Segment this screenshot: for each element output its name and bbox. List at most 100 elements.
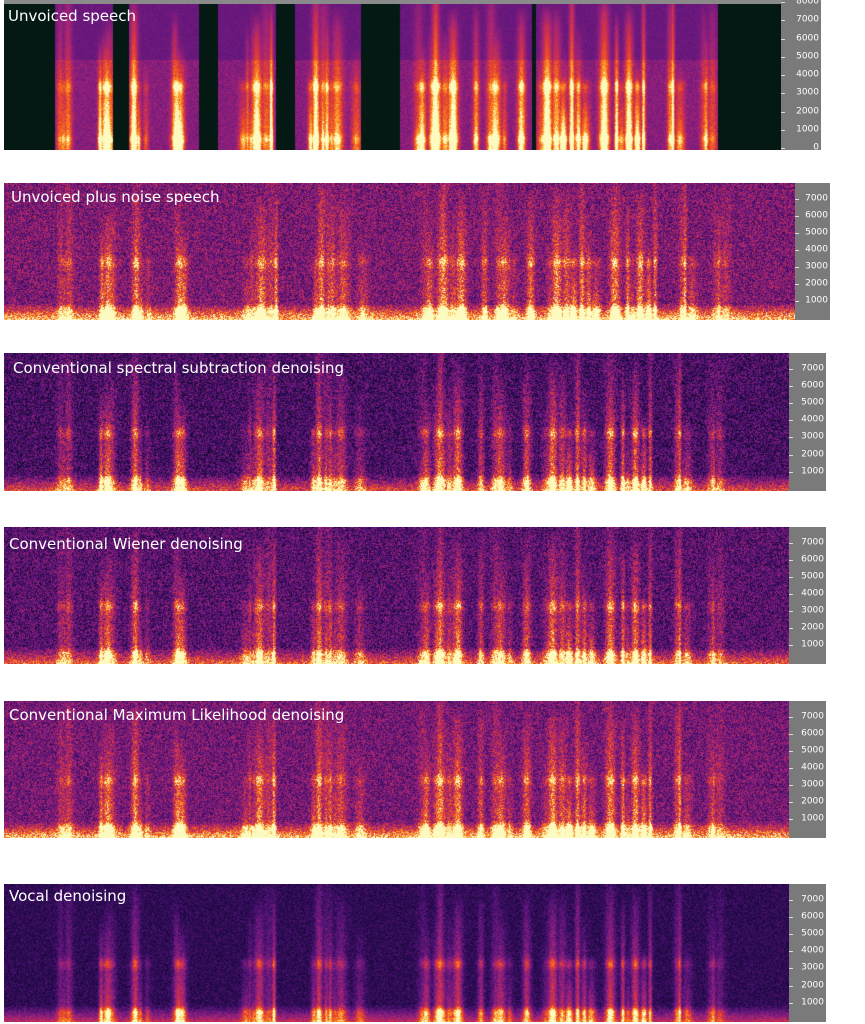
frequency-tick-label: 3000	[801, 779, 824, 790]
frequency-tick-label: 7000	[801, 537, 824, 548]
frequency-axis: 8000 7000 6000 5000 4000 3000 2000 1000 0	[781, 0, 821, 152]
frequency-axis: 7000 6000 5000 4000 3000 2000 1000	[795, 183, 830, 320]
panel-wiener: Conventional Wiener denoising 7000 6000 500…	[4, 527, 826, 664]
frequency-tick-mark	[781, 129, 785, 131]
frequency-tick-mark	[789, 610, 793, 612]
frequency-tick-label: 7000	[801, 363, 824, 374]
frequency-axis: 7000 6000 5000 4000 3000 2000 1000	[789, 884, 826, 1022]
frequency-tick-label: 2000	[805, 278, 828, 289]
frequency-tick-mark	[789, 627, 793, 629]
frequency-tick-label: 6000	[801, 380, 824, 391]
frequency-tick-label: 4000	[801, 414, 824, 425]
frequency-tick-label: 1000	[801, 466, 824, 477]
frequency-tick-label: 8000	[796, 0, 819, 7]
frequency-tick-mark	[781, 56, 785, 58]
frequency-tick-mark	[789, 916, 793, 918]
frequency-tick-label: 7000	[801, 894, 824, 905]
track-top-border	[4, 0, 781, 4]
frequency-tick-label: 2000	[801, 796, 824, 807]
frequency-tick-label: 5000	[801, 397, 824, 408]
frequency-tick-mark	[789, 593, 793, 595]
frequency-tick-label: 7000	[805, 193, 828, 204]
frequency-tick-mark	[789, 750, 793, 752]
frequency-tick-mark	[781, 20, 785, 22]
frequency-tick-label: 4000	[801, 588, 824, 599]
frequency-tick-label: 3000	[801, 962, 824, 973]
frequency-tick-label: 4000	[796, 69, 819, 80]
frequency-tick-label: 7000	[801, 711, 824, 722]
frequency-tick-mark	[789, 471, 793, 473]
frequency-tick-label: 2000	[801, 449, 824, 460]
frequency-tick-mark	[795, 232, 799, 234]
frequency-tick-label: 4000	[801, 762, 824, 773]
frequency-tick-label: 4000	[805, 244, 828, 255]
frequency-tick-mark	[789, 934, 793, 936]
frequency-tick-label: 4000	[801, 945, 824, 956]
panel-title: Conventional Wiener denoising	[9, 535, 243, 553]
frequency-tick-label: 1000	[801, 813, 824, 824]
panel-title: Conventional spectral subtraction denois…	[13, 359, 345, 377]
frequency-tick-label: 6000	[801, 554, 824, 565]
frequency-tick-mark	[795, 300, 799, 302]
frequency-tick-mark	[789, 542, 793, 544]
frequency-tick-label: 5000	[801, 745, 824, 756]
frequency-tick-mark	[789, 368, 793, 370]
frequency-tick-mark	[789, 985, 793, 987]
panel-title: Vocal denoising	[9, 887, 127, 905]
frequency-axis: 7000 6000 5000 4000 3000 2000 1000	[789, 701, 826, 838]
frequency-tick-mark	[795, 283, 799, 285]
frequency-tick-mark	[789, 437, 793, 439]
frequency-tick-mark	[795, 266, 799, 268]
frequency-tick-label: 2000	[801, 980, 824, 991]
frequency-tick-label: 1000	[805, 295, 828, 306]
frequency-tick-mark	[795, 198, 799, 200]
frequency-tick-mark	[789, 385, 793, 387]
frequency-tick-mark	[789, 1002, 793, 1004]
frequency-tick-mark	[789, 454, 793, 456]
frequency-tick-mark	[789, 951, 793, 953]
frequency-tick-mark	[789, 818, 793, 820]
frequency-tick-label: 1000	[801, 639, 824, 650]
frequency-tick-mark	[789, 968, 793, 970]
frequency-tick-mark	[789, 767, 793, 769]
frequency-tick-mark	[789, 716, 793, 718]
frequency-tick-label: 3000	[801, 431, 824, 442]
frequency-tick-mark	[781, 2, 785, 3]
frequency-tick-label: 3000	[805, 261, 828, 272]
frequency-tick-mark	[795, 249, 799, 251]
panel-spectral-subtraction: Conventional spectral subtraction denois…	[4, 353, 826, 491]
panel-vocal-denoising: Vocal denoising 7000 6000 5000 4000 3000 2000 1…	[4, 884, 826, 1022]
frequency-tick-mark	[781, 148, 785, 149]
frequency-tick-mark	[789, 403, 793, 405]
panel-unvoiced-plus-noise: Unvoiced plus noise speech 7000 6000 5000 40…	[4, 183, 830, 320]
frequency-tick-mark	[789, 576, 793, 578]
frequency-tick-mark	[789, 801, 793, 803]
frequency-tick-mark	[789, 899, 793, 901]
frequency-tick-mark	[789, 733, 793, 735]
frequency-tick-label: 3000	[796, 87, 819, 98]
frequency-tick-mark	[781, 38, 785, 40]
frequency-tick-mark	[789, 420, 793, 422]
frequency-tick-label: 7000	[796, 14, 819, 25]
frequency-tick-label: 6000	[796, 33, 819, 43]
frequency-tick-mark	[789, 559, 793, 561]
frequency-axis: 7000 6000 5000 4000 3000 2000 1000	[789, 353, 826, 491]
frequency-tick-label: 2000	[801, 622, 824, 633]
frequency-tick-label: 5000	[796, 51, 819, 62]
frequency-tick-label: 5000	[805, 227, 828, 238]
frequency-tick-mark	[781, 75, 785, 76]
panel-unvoiced-speech: Unvoiced speech 8000 7000 6000 5000 4000 3000 2…	[4, 0, 821, 152]
frequency-tick-mark	[789, 644, 793, 646]
frequency-axis: 7000 6000 5000 4000 3000 2000 1000	[789, 527, 826, 664]
panel-title: Unvoiced speech	[8, 7, 137, 25]
frequency-tick-mark	[789, 784, 793, 786]
frequency-tick-label: 6000	[801, 728, 824, 739]
panel-title: Unvoiced plus noise speech	[11, 188, 220, 206]
frequency-tick-label: 5000	[801, 571, 824, 582]
frequency-tick-label: 1000	[796, 124, 819, 135]
frequency-tick-mark	[781, 93, 785, 95]
panel-maximum-likelihood: Conventional Maximum Likelihood denoisin…	[4, 701, 826, 838]
frequency-tick-label: 2000	[796, 106, 819, 116]
frequency-tick-label: 1000	[801, 997, 824, 1008]
frequency-tick-label: 6000	[801, 911, 824, 922]
